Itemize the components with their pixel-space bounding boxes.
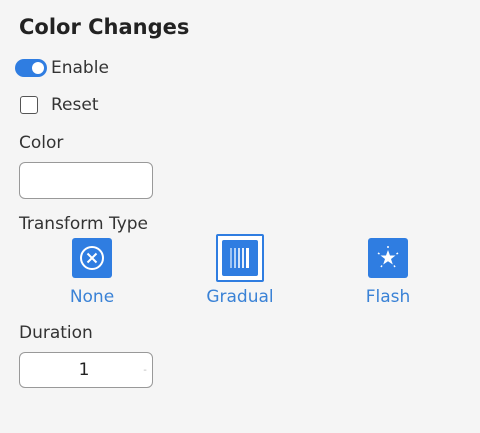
transform-option-none[interactable]: None (42, 238, 142, 307)
gradual-option-frame (216, 234, 264, 282)
transform-type-label: Transform Type (19, 214, 149, 234)
color-label: Color (19, 133, 64, 153)
gradient-bars-icon (222, 240, 258, 276)
reset-row: Reset (20, 95, 99, 115)
reset-checkbox[interactable] (20, 96, 38, 114)
transform-option-gradual[interactable]: Gradual (190, 234, 290, 307)
stepper-arrow-icon[interactable]: - (138, 365, 152, 376)
reset-label: Reset (51, 95, 99, 115)
duration-stepper[interactable]: 1 - (19, 352, 153, 388)
duration-value[interactable]: 1 (20, 360, 138, 380)
circle-x-icon (72, 238, 112, 278)
enable-toggle[interactable] (15, 59, 47, 77)
enable-row: Enable (15, 58, 109, 78)
transform-option-label: None (69, 287, 115, 307)
transform-option-label: Gradual (206, 287, 274, 307)
toggle-knob (32, 62, 44, 74)
color-field[interactable] (19, 162, 153, 199)
duration-label: Duration (19, 323, 93, 343)
transform-option-label: Flash (365, 287, 411, 307)
enable-label: Enable (51, 58, 109, 78)
panel-title: Color Changes (19, 15, 190, 39)
sparkle-star-icon (368, 238, 408, 278)
transform-option-flash[interactable]: Flash (338, 238, 438, 307)
